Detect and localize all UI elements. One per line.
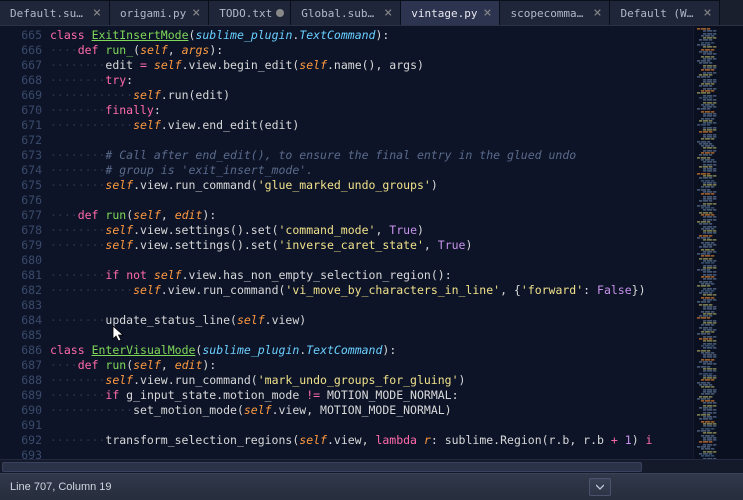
line-number: 675 xyxy=(0,178,42,193)
code-line: ············self.view.run_command('vi_mo… xyxy=(50,283,743,298)
tab-label: Default (Wind xyxy=(620,7,697,20)
horizontal-scrollbar-thumb[interactable] xyxy=(2,462,642,472)
code-line: ········# group is 'exit_insert_mode'. xyxy=(50,163,743,178)
minimap[interactable]: ▄▄▄ ▄▄▄▄▄ ▄▄▄ ▄▄▄ ▄▄▄▄▄ ▄▄▄ ▄▄▄ ▄▄▄▄▄ ▄▄… xyxy=(693,26,743,473)
tab-label: scopecommand xyxy=(510,7,587,20)
tab-label: origami.py xyxy=(120,7,186,20)
editor-area: 6656666676686696706716726736746756766776… xyxy=(0,26,743,473)
code-line: ············self.run(edit) xyxy=(50,88,743,103)
tab-label: Global.sublim xyxy=(301,7,378,20)
line-number: 687 xyxy=(0,358,42,373)
line-gutter: 6656666676686696706716726736746756766776… xyxy=(0,26,50,473)
line-number: 669 xyxy=(0,88,42,103)
chevron-down-icon xyxy=(596,483,604,491)
line-number: 680 xyxy=(0,253,42,268)
tab-vintage-py[interactable]: vintage.py × xyxy=(401,0,500,25)
close-icon[interactable]: × xyxy=(382,7,394,19)
line-number: 667 xyxy=(0,58,42,73)
code-line xyxy=(50,133,743,148)
line-number: 686 xyxy=(0,343,42,358)
line-number: 671 xyxy=(0,118,42,133)
line-number: 668 xyxy=(0,73,42,88)
line-number: 666 xyxy=(0,43,42,58)
line-number: 673 xyxy=(0,148,42,163)
code-line: ········if not self.view.has_non_empty_s… xyxy=(50,268,743,283)
code-line: ········self.view.run_command('glue_mark… xyxy=(50,178,743,193)
code-line xyxy=(50,418,743,433)
code-line: ········if g_input_state.motion_mode != … xyxy=(50,388,743,403)
code-line: ········try: xyxy=(50,73,743,88)
code-line: ········self.view.settings().set('invers… xyxy=(50,238,743,253)
line-number: 688 xyxy=(0,373,42,388)
line-number: 679 xyxy=(0,238,42,253)
close-icon[interactable]: × xyxy=(190,7,202,19)
code-line: class ExitInsertMode(sublime_plugin.Text… xyxy=(50,28,743,43)
line-number: 691 xyxy=(0,418,42,433)
line-number: 676 xyxy=(0,193,42,208)
tab-todo-txt[interactable]: TODO.txt xyxy=(209,0,291,25)
code-line: ····def run(self, edit): xyxy=(50,358,743,373)
code-line: ········transform_selection_regions(self… xyxy=(50,433,743,448)
line-number: 672 xyxy=(0,133,42,148)
dirty-indicator-icon xyxy=(276,9,284,17)
line-number: 690 xyxy=(0,403,42,418)
tab-scopecommand[interactable]: scopecommand × xyxy=(500,0,610,25)
code-line: ············set_motion_mode(self.view, M… xyxy=(50,403,743,418)
close-icon[interactable]: × xyxy=(91,7,103,19)
code-line: ····def run(self, edit): xyxy=(50,208,743,223)
tab-default--wind[interactable]: Default (Wind × xyxy=(610,0,720,25)
tab-origami-py[interactable]: origami.py × xyxy=(110,0,209,25)
minimap-content: ▄▄▄ ▄▄▄▄▄ ▄▄▄ ▄▄▄ ▄▄▄▄▄ ▄▄▄ ▄▄▄ ▄▄▄▄▄ ▄▄… xyxy=(694,26,743,466)
line-number: 681 xyxy=(0,268,42,283)
tab-default-sublim[interactable]: Default.sublim × xyxy=(0,0,110,25)
line-number: 685 xyxy=(0,328,42,343)
horizontal-scrollbar[interactable] xyxy=(0,459,743,473)
tab-label: Default.sublim xyxy=(10,7,87,20)
line-number: 674 xyxy=(0,163,42,178)
line-number: 670 xyxy=(0,103,42,118)
close-icon[interactable]: × xyxy=(481,7,493,19)
tab-bar: Default.sublim × origami.py × TODO.txt Global… xyxy=(0,0,743,26)
tab-label: TODO.txt xyxy=(219,7,272,20)
code-line: ········self.view.settings().set('comman… xyxy=(50,223,743,238)
code-line: ········edit = self.view.begin_edit(self… xyxy=(50,58,743,73)
code-line: ········finally: xyxy=(50,103,743,118)
code-line: ········# Call after end_edit(), to ensu… xyxy=(50,148,743,163)
code-line: ········update_status_line(self.view) xyxy=(50,313,743,328)
tab-label: vintage.py xyxy=(411,7,477,20)
code-line: ············self.view.end_edit(edit) xyxy=(50,118,743,133)
code-line xyxy=(50,193,743,208)
code-line xyxy=(50,328,743,343)
line-number: 678 xyxy=(0,223,42,238)
close-icon[interactable]: × xyxy=(701,7,713,19)
line-number: 689 xyxy=(0,388,42,403)
close-icon[interactable]: × xyxy=(591,7,603,19)
line-number: 677 xyxy=(0,208,42,223)
line-number: 683 xyxy=(0,298,42,313)
code-line xyxy=(50,298,743,313)
code-line xyxy=(50,253,743,268)
code-content[interactable]: class ExitInsertMode(sublime_plugin.Text… xyxy=(50,26,743,473)
status-bar: Line 707, Column 19 xyxy=(0,473,743,500)
code-line: ········self.view.run_command('mark_undo… xyxy=(50,373,743,388)
line-number: 682 xyxy=(0,283,42,298)
code-line: ····def run_(self, args): xyxy=(50,43,743,58)
line-number: 665 xyxy=(0,28,42,43)
syntax-select-button[interactable] xyxy=(589,478,611,496)
line-number: 684 xyxy=(0,313,42,328)
line-number: 692 xyxy=(0,433,42,448)
code-line: class EnterVisualMode(sublime_plugin.Tex… xyxy=(50,343,743,358)
status-text: Line 707, Column 19 xyxy=(10,481,112,493)
tab-global-sublim[interactable]: Global.sublim × xyxy=(291,0,401,25)
